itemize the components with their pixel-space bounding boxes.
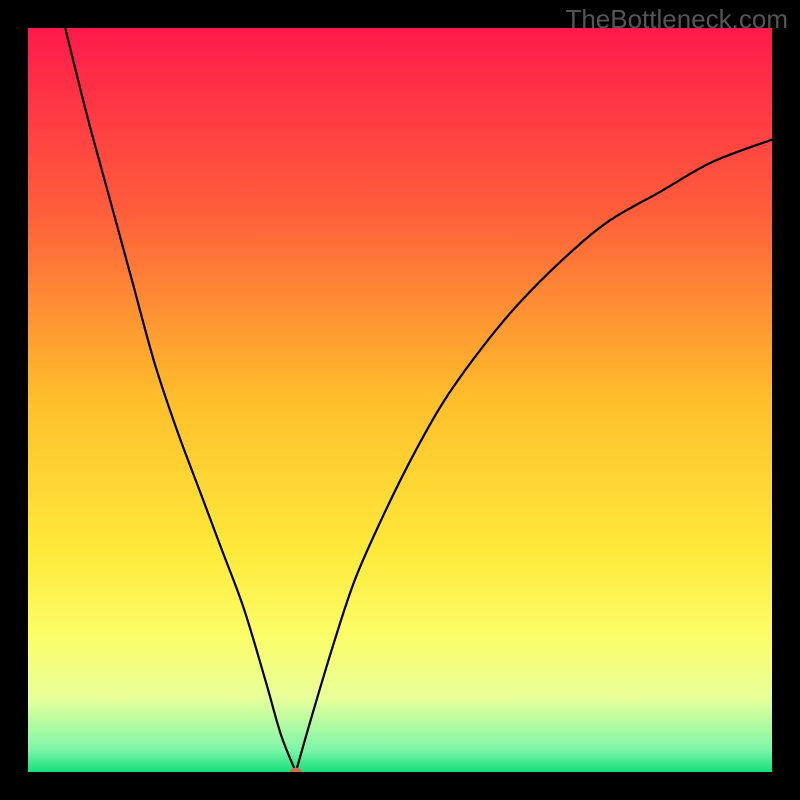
watermark-text: TheBottleneck.com <box>565 4 788 35</box>
plot-background <box>28 28 772 772</box>
chart-frame: TheBottleneck.com <box>0 0 800 800</box>
bottleneck-chart <box>28 28 772 772</box>
